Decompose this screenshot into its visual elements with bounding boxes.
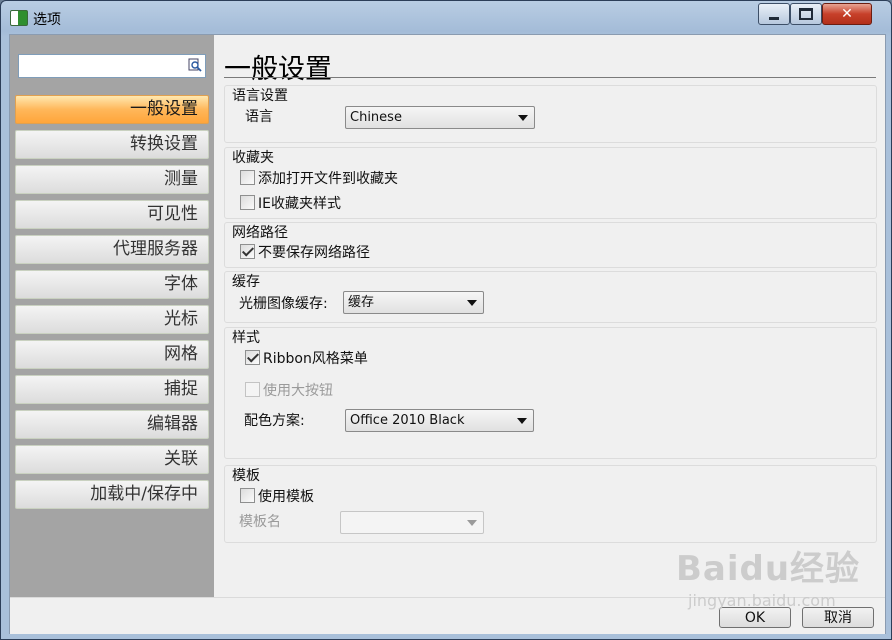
color-scheme-select[interactable]: Office 2010 Black xyxy=(345,409,534,432)
network-path-group-title: 网络路径 xyxy=(232,225,288,241)
close-button[interactable]: ✕ xyxy=(822,3,872,25)
add-open-files-checkbox[interactable] xyxy=(240,170,255,185)
use-template-label: 使用模板 xyxy=(258,489,314,505)
use-template-checkbox[interactable] xyxy=(240,488,255,503)
ribbon-menu-label: Ribbon风格菜单 xyxy=(263,351,368,367)
ie-style-label: IE收藏夹样式 xyxy=(258,196,341,212)
template-group-title: 模板 xyxy=(232,468,260,484)
baidu-watermark: Baidu经验 jingyan.baidu.com xyxy=(676,541,861,610)
maximize-icon xyxy=(791,4,821,24)
sidebar-item-proxy[interactable]: 代理服务器 xyxy=(15,235,209,264)
chevron-down-icon xyxy=(467,300,477,306)
options-dialog: 选项 ✕ 一般设置 转换设置 测量 可见性 代理服务器 字体 光标 网格 捕捉 … xyxy=(0,0,892,640)
sidebar-item-measure[interactable]: 测量 xyxy=(15,165,209,194)
watermark-logo: Baidu经验 xyxy=(676,549,861,589)
settings-panel: 一般设置 语言设置 语言 Chinese 收藏夹 添加打开文件到收藏夹 IE收藏… xyxy=(222,35,882,597)
app-icon xyxy=(10,10,28,26)
favorites-group-title: 收藏夹 xyxy=(232,150,274,166)
cache-group-title: 缓存 xyxy=(232,274,260,290)
style-group: 样式 Ribbon风格菜单 使用大按钮 配色方案: Office 2010 Bl… xyxy=(224,327,877,459)
search-input[interactable] xyxy=(18,54,206,78)
network-path-group: 网络路径 不要保存网络路径 xyxy=(224,222,877,268)
sidebar-item-conversion[interactable]: 转换设置 xyxy=(15,130,209,159)
template-group: 模板 使用模板 模板名 xyxy=(224,465,877,543)
color-scheme-label: 配色方案: xyxy=(244,413,305,429)
large-buttons-label: 使用大按钮 xyxy=(263,383,333,399)
window-title: 选项 xyxy=(33,12,61,28)
large-buttons-checkbox[interactable] xyxy=(245,382,260,397)
maximize-button[interactable] xyxy=(790,3,822,25)
dont-save-network-path-checkbox[interactable] xyxy=(240,244,255,259)
sidebar-item-cursor[interactable]: 光标 xyxy=(15,305,209,334)
close-icon: ✕ xyxy=(841,6,853,22)
chevron-down-icon xyxy=(518,115,528,121)
search-icon[interactable] xyxy=(188,58,202,72)
raster-cache-label: 光栅图像缓存: xyxy=(239,296,328,312)
sidebar-item-snap[interactable]: 捕捉 xyxy=(15,375,209,404)
favorites-group: 收藏夹 添加打开文件到收藏夹 IE收藏夹样式 xyxy=(224,147,877,219)
language-group: 语言设置 语言 Chinese xyxy=(224,85,877,143)
ok-button[interactable]: OK xyxy=(719,607,791,628)
template-name-select[interactable] xyxy=(340,511,484,534)
sidebar-item-general[interactable]: 一般设置 xyxy=(15,95,209,124)
language-label: 语言 xyxy=(245,109,273,125)
chevron-down-icon xyxy=(517,418,527,424)
language-group-title: 语言设置 xyxy=(232,88,288,104)
sidebar-item-grid[interactable]: 网格 xyxy=(15,340,209,369)
language-select[interactable]: Chinese xyxy=(345,106,535,129)
watermark-url: jingyan.baidu.com xyxy=(688,591,836,610)
ie-style-checkbox[interactable] xyxy=(240,195,255,210)
sidebar-item-association[interactable]: 关联 xyxy=(15,445,209,474)
chevron-down-icon xyxy=(467,520,477,526)
sidebar-item-font[interactable]: 字体 xyxy=(15,270,209,299)
raster-cache-select-value: 缓存 xyxy=(348,295,375,310)
sidebar-item-load-save[interactable]: 加载中/保存中 xyxy=(15,480,209,509)
language-select-value: Chinese xyxy=(350,110,402,125)
page-title: 一般设置 xyxy=(224,54,332,85)
minimize-button[interactable] xyxy=(758,3,790,25)
title-bar[interactable]: 选项 ✕ xyxy=(1,1,891,35)
cache-group: 缓存 光栅图像缓存: 缓存 xyxy=(224,271,877,323)
template-name-label: 模板名 xyxy=(239,514,281,530)
cancel-button[interactable]: 取消 xyxy=(802,607,874,628)
sidebar-item-visibility[interactable]: 可见性 xyxy=(15,200,209,229)
ribbon-menu-checkbox[interactable] xyxy=(245,350,260,365)
sidebar: 一般设置 转换设置 测量 可见性 代理服务器 字体 光标 网格 捕捉 编辑器 关… xyxy=(10,35,214,597)
raster-cache-select[interactable]: 缓存 xyxy=(343,291,484,314)
add-open-files-label: 添加打开文件到收藏夹 xyxy=(258,171,398,187)
dont-save-network-path-label: 不要保存网络路径 xyxy=(258,245,370,261)
style-group-title: 样式 xyxy=(232,330,260,346)
color-scheme-select-value: Office 2010 Black xyxy=(350,413,465,428)
minimize-icon xyxy=(759,4,789,24)
title-divider xyxy=(224,77,876,78)
sidebar-item-editor[interactable]: 编辑器 xyxy=(15,410,209,439)
